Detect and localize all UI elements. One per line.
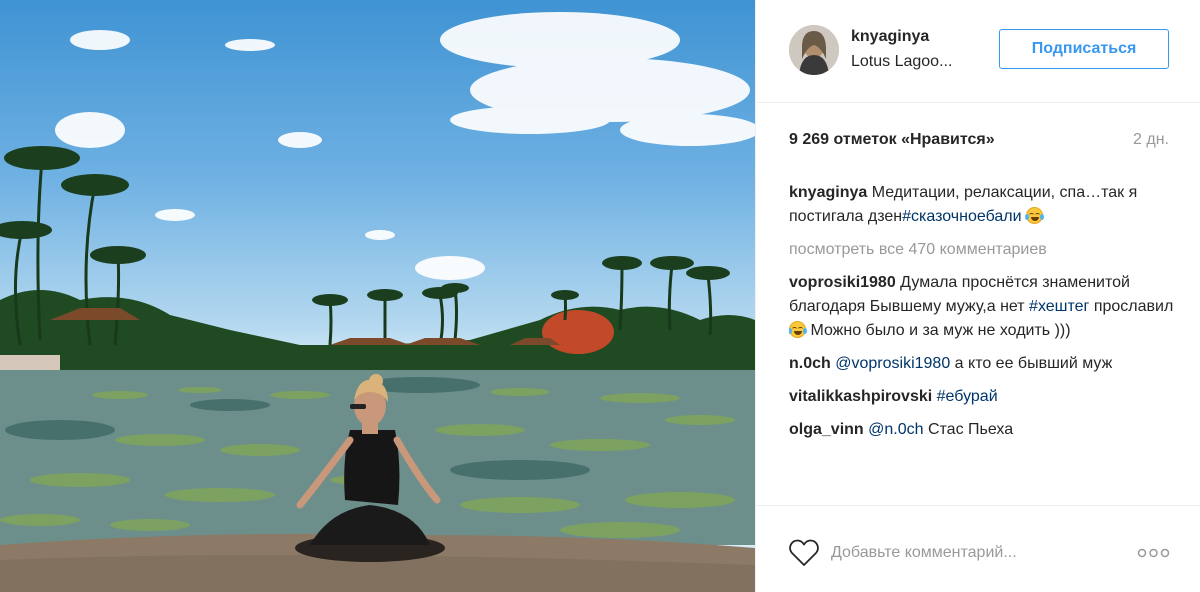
view-all-comments-link[interactable]: посмотреть все 470 комментариев <box>789 238 1174 262</box>
photo-illustration <box>0 12 755 592</box>
caption-hashtag[interactable]: #сказочноебали <box>902 208 1021 225</box>
post-photo[interactable] <box>0 0 755 592</box>
likes-row: 9 269 отметок «Нравится» 2 дн. <box>789 131 1169 153</box>
heart-icon[interactable] <box>789 539 819 567</box>
laughing-emoji-icon <box>789 321 807 338</box>
comment-username[interactable]: olga_vinn <box>789 421 864 438</box>
caption-username[interactable]: knyaginya <box>789 184 867 201</box>
comment-item: vitalikkashpirovski #ебурай <box>789 385 1174 409</box>
comment-item: olga_vinn @n.0ch Стас Пьеха <box>789 418 1174 442</box>
more-options-icon[interactable] <box>1137 548 1170 558</box>
comment-text: Стас Пьеха <box>923 421 1014 438</box>
comment-hashtag[interactable]: #ебурай <box>937 388 998 405</box>
post-timestamp[interactable]: 2 дн. <box>1133 131 1169 149</box>
post-sidebar: knyaginya Lotus Lagoo... Подписаться 9 2… <box>755 0 1200 592</box>
post-author-username[interactable]: knyaginya <box>851 28 929 46</box>
comments-list: knyaginya Медитации, релаксации, спа…так… <box>789 181 1174 509</box>
comment-username[interactable]: voprosiki1980 <box>789 274 896 291</box>
caption: knyaginya Медитации, релаксации, спа…так… <box>789 181 1174 229</box>
comment-composer <box>756 505 1200 592</box>
comment-text: прославил <box>1089 298 1174 315</box>
avatar-image <box>789 25 839 75</box>
laughing-emoji-icon <box>1025 207 1045 224</box>
post-header: knyaginya Lotus Lagoo... Подписаться <box>756 0 1200 103</box>
avatar[interactable] <box>789 25 839 75</box>
comment-item: voprosiki1980 Думала проснётся знаменито… <box>789 271 1174 343</box>
post-viewer: knyaginya Lotus Lagoo... Подписаться 9 2… <box>0 0 1200 592</box>
add-comment-input[interactable] <box>831 536 1131 570</box>
post-location[interactable]: Lotus Lagoo... <box>851 53 952 71</box>
follow-button[interactable]: Подписаться <box>999 29 1169 69</box>
likes-count[interactable]: 9 269 отметок «Нравится» <box>789 131 995 148</box>
comment-hashtag[interactable]: #хештег <box>1029 298 1089 315</box>
comment-mention[interactable]: @voprosiki1980 <box>835 355 950 372</box>
comment-item: n.0ch @voprosiki1980 а кто ее бывший муж <box>789 352 1174 376</box>
comment-username[interactable]: n.0ch <box>789 355 831 372</box>
comment-text: Можно было и за муж не ходить ))) <box>806 322 1071 339</box>
comment-mention[interactable]: @n.0ch <box>868 421 923 438</box>
comment-username[interactable]: vitalikkashpirovski <box>789 388 932 405</box>
comment-text: а кто ее бывший муж <box>950 355 1113 372</box>
